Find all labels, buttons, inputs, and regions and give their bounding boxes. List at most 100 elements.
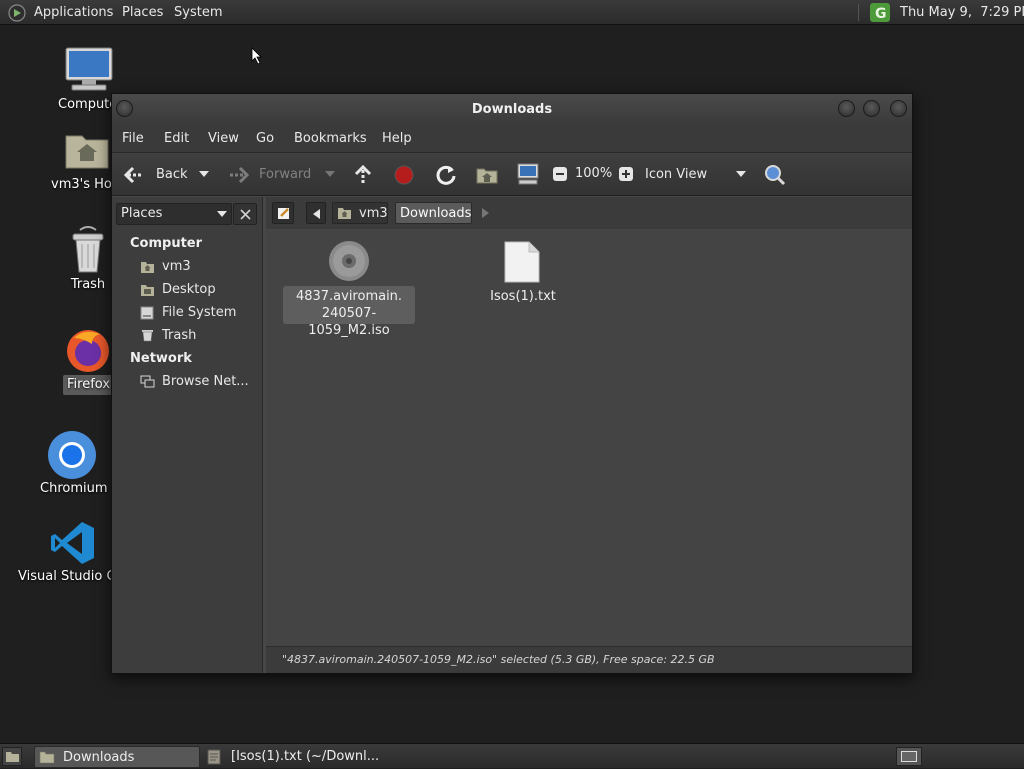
desktop-label: Firefox xyxy=(67,377,111,392)
show-desktop-button[interactable] xyxy=(2,747,22,766)
file-name: 4837.aviromain. xyxy=(295,289,403,304)
network-icon xyxy=(140,375,155,388)
back-arrow-icon xyxy=(123,166,143,184)
sidebar-item-label: Browse Net... xyxy=(162,374,249,389)
tray-separator xyxy=(858,4,860,21)
search-icon[interactable] xyxy=(764,164,786,186)
desktop-icon-home[interactable]: vm3's Home xyxy=(48,128,111,198)
desktop-label: Visual Studio Code xyxy=(18,569,111,584)
back-history-dropdown-icon[interactable] xyxy=(199,171,209,178)
update-notifier-icon[interactable]: G xyxy=(870,3,890,22)
stop-icon[interactable] xyxy=(394,165,414,185)
drive-icon xyxy=(140,306,154,320)
close-sidebar-button[interactable] xyxy=(233,203,257,225)
sidebar-type-select[interactable]: Places xyxy=(116,203,232,225)
menu-go[interactable]: Go xyxy=(256,125,274,152)
up-arrow-icon[interactable] xyxy=(353,164,373,186)
desktop-icon-vscode[interactable]: Visual Studio Code xyxy=(18,520,111,590)
desktop-label: Chromium xyxy=(40,481,108,496)
sidebar-item-label: Desktop xyxy=(162,282,216,297)
back-label: Back xyxy=(156,167,188,182)
sidebar-item-file-system[interactable]: File System xyxy=(138,303,260,323)
zoom-out-icon[interactable] xyxy=(552,166,568,182)
edit-icon xyxy=(278,208,289,219)
workspace-switcher[interactable] xyxy=(896,747,922,766)
file-manager-window: Downloads File Edit View Go Bookmarks He… xyxy=(111,93,913,674)
file-item[interactable]: 4837.aviromain. 240507-1059_M2.iso xyxy=(283,238,415,338)
crumb-vm3[interactable]: vm3 xyxy=(332,202,388,224)
reload-icon[interactable] xyxy=(435,164,457,186)
chromium-icon xyxy=(48,431,96,479)
trash-icon xyxy=(72,226,104,273)
task-text-editor[interactable]: [Isos(1).txt (~/Downl... xyxy=(204,746,394,768)
trash-icon xyxy=(142,330,153,342)
status-text: "4837.aviromain.240507-1059_M2.iso" sele… xyxy=(282,653,715,666)
places-menu[interactable]: Places xyxy=(122,0,163,25)
toggle-location-entry-button[interactable] xyxy=(272,202,294,224)
file-name: 240507-1059_M2.iso xyxy=(308,306,390,338)
minimize-button[interactable] xyxy=(838,100,855,117)
sidebar-item-vm3[interactable]: vm3 xyxy=(138,257,260,277)
applications-menu[interactable]: Applications xyxy=(34,0,113,25)
view-mode-select[interactable]: Icon View xyxy=(640,161,750,189)
forward-button[interactable]: Forward xyxy=(225,161,325,189)
close-button[interactable] xyxy=(890,100,907,117)
disc-image-icon xyxy=(329,241,369,281)
desktop-label: Computer xyxy=(58,97,118,112)
sidebar-section-network: Network xyxy=(130,351,192,366)
forward-label: Forward xyxy=(259,167,312,182)
crumb-downloads[interactable]: Downloads xyxy=(395,202,472,224)
sidebar-item-label: File System xyxy=(162,305,237,320)
window-title: Downloads xyxy=(471,102,553,117)
task-label: [Isos(1).txt (~/Downl... xyxy=(231,749,380,764)
computer-icon xyxy=(65,47,113,91)
desktop-icon-computer[interactable]: Computer xyxy=(58,44,118,114)
file-view[interactable]: 4837.aviromain. 240507-1059_M2.iso Isos(… xyxy=(266,230,912,646)
task-label: Downloads xyxy=(63,750,135,765)
applications-logo-icon[interactable] xyxy=(8,4,26,22)
firefox-icon xyxy=(67,330,109,372)
zoom-level[interactable]: 100% xyxy=(575,166,612,181)
menu-bookmarks[interactable]: Bookmarks xyxy=(294,125,367,152)
sidebar-item-trash[interactable]: Trash xyxy=(138,326,260,346)
maximize-button[interactable] xyxy=(863,100,880,117)
desktop-icon xyxy=(6,752,19,762)
desktop-folder-icon xyxy=(141,285,154,296)
home-folder-icon xyxy=(141,262,154,273)
workspace-1[interactable] xyxy=(901,751,917,762)
task-downloads[interactable]: Downloads xyxy=(34,746,200,768)
menu-edit[interactable]: Edit xyxy=(164,125,189,152)
crumb-label: vm3 xyxy=(359,206,388,221)
crumb-label: Downloads xyxy=(400,206,472,221)
zoom-in-icon[interactable] xyxy=(618,166,634,182)
view-mode-value: Icon View xyxy=(645,167,708,182)
title-bar[interactable]: Downloads xyxy=(112,94,912,125)
forward-history-dropdown-icon[interactable] xyxy=(325,171,335,178)
chevron-left-icon xyxy=(313,209,320,219)
close-icon xyxy=(240,209,251,220)
sidebar-item-browse-network[interactable]: Browse Net... xyxy=(138,372,260,392)
computer-icon[interactable] xyxy=(516,163,540,185)
desktop-label: Trash xyxy=(70,277,106,292)
home-icon[interactable] xyxy=(476,165,498,184)
home-folder-icon xyxy=(65,135,109,169)
menu-help[interactable]: Help xyxy=(382,125,412,152)
crumb-scroll-left-button[interactable] xyxy=(306,202,326,224)
bottom-panel: Downloads [Isos(1).txt (~/Downl... xyxy=(0,743,1024,768)
menu-view[interactable]: View xyxy=(208,125,239,152)
sidebar-item-label: Trash xyxy=(162,328,197,343)
text-editor-icon xyxy=(207,749,221,765)
menu-file[interactable]: File xyxy=(122,125,144,152)
sidebar-section-computer: Computer xyxy=(130,236,203,251)
clock[interactable]: Thu May 9, 7:29 PM xyxy=(900,0,1024,25)
desktop-icon-firefox[interactable]: Firefox xyxy=(58,326,118,396)
sidebar-item-desktop[interactable]: Desktop xyxy=(138,280,260,300)
status-bar: "4837.aviromain.240507-1059_M2.iso" sele… xyxy=(266,646,912,673)
toolbar: Back Forward 100% Icon View xyxy=(112,152,912,196)
chevron-right-icon[interactable] xyxy=(482,208,489,218)
desktop-icon-chromium[interactable]: Chromium xyxy=(40,430,108,500)
forward-arrow-icon xyxy=(230,166,250,184)
desktop-icon-trash[interactable]: Trash xyxy=(58,226,118,296)
system-menu[interactable]: System xyxy=(174,0,222,25)
file-item[interactable]: Isos(1).txt xyxy=(468,238,578,308)
